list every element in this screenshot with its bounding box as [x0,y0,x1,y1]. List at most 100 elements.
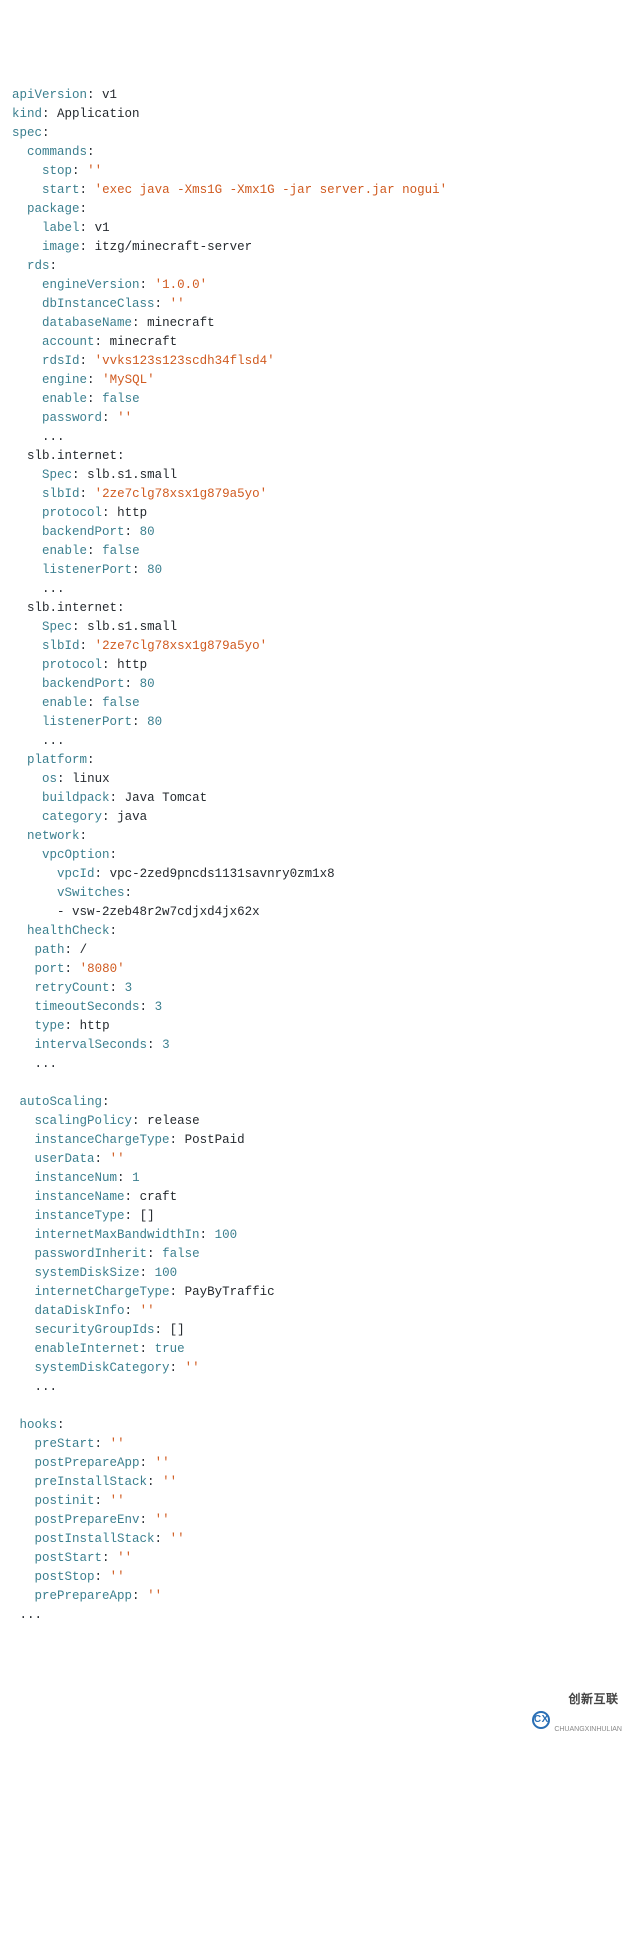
yaml-value: '' [140,1304,155,1318]
yaml-key: hooks [20,1418,58,1432]
yaml-key: port [35,962,65,976]
yaml-key: kind [12,107,42,121]
yaml-key: label [42,221,80,235]
yaml-key: slb.internet [27,601,117,615]
yaml-value: false [162,1247,200,1261]
yaml-key: enable [42,392,87,406]
yaml-value: 'MySQL' [102,373,155,387]
yaml-value: 1 [132,1171,140,1185]
yaml-value: http [117,506,147,520]
yaml-value: http [117,658,147,672]
yaml-value: [] [140,1209,155,1223]
yaml-value: PostPaid [185,1133,245,1147]
yaml-value: vsw-2zeb48r2w7cdjxd4jx62x [72,905,260,919]
yaml-value: '1.0.0' [155,278,208,292]
watermark-logo: CX 创新互联 CHUANGXINHULIAN [532,1673,622,1766]
yaml-value: minecraft [147,316,215,330]
yaml-value: 80 [147,563,162,577]
yaml-key: scalingPolicy [35,1114,133,1128]
yaml-value: false [102,696,140,710]
yaml-key: rdsId [42,354,80,368]
ellipsis: ... [42,430,65,444]
yaml-key: postinit [35,1494,95,1508]
yaml-value: false [102,392,140,406]
yaml-key: postStop [35,1570,95,1584]
ellipsis: ... [42,582,65,596]
yaml-value: '' [110,1570,125,1584]
ellipsis: ... [35,1057,58,1071]
yaml-key: listenerPort [42,563,132,577]
yaml-key: slbId [42,487,80,501]
yaml-key: dbInstanceClass [42,297,155,311]
yaml-value: '' [155,1513,170,1527]
yaml-key: listenerPort [42,715,132,729]
yaml-key: category [42,810,102,824]
yaml-value: '8080' [80,962,125,976]
yaml-value: '' [147,1589,162,1603]
yaml-key: engineVersion [42,278,140,292]
yaml-value: Java Tomcat [125,791,208,805]
yaml-key: preInstallStack [35,1475,148,1489]
yaml-key: os [42,772,57,786]
yaml-value: 100 [215,1228,238,1242]
yaml-code-block: apiVersion: v1 kind: Application spec: c… [12,86,620,1625]
yaml-key: commands [27,145,87,159]
yaml-value: 3 [155,1000,163,1014]
yaml-key: passwordInherit [35,1247,148,1261]
yaml-key: vpcOption [42,848,110,862]
yaml-key: systemDiskCategory [35,1361,170,1375]
yaml-key: enableInternet [35,1342,140,1356]
yaml-key: instanceChargeType [35,1133,170,1147]
yaml-value: slb.s1.small [87,620,177,634]
yaml-value: '' [110,1494,125,1508]
yaml-value: '2ze7clg78xsx1g879a5yo' [95,639,268,653]
yaml-key: vpcId [57,867,95,881]
yaml-key: internetMaxBandwidthIn [35,1228,200,1242]
yaml-key: postPrepareApp [35,1456,140,1470]
yaml-value: Application [57,107,140,121]
yaml-value: 'exec java -Xms1G -Xmx1G -jar server.jar… [95,183,448,197]
logo-icon: CX [532,1711,550,1729]
yaml-value: itzg/minecraft-server [95,240,253,254]
yaml-value: [] [170,1323,185,1337]
yaml-key: dataDiskInfo [35,1304,125,1318]
yaml-value: '2ze7clg78xsx1g879a5yo' [95,487,268,501]
yaml-key: backendPort [42,677,125,691]
yaml-key: protocol [42,506,102,520]
yaml-key: package [27,202,80,216]
yaml-value: '' [162,1475,177,1489]
yaml-value: '' [185,1361,200,1375]
ellipsis: ... [20,1608,43,1622]
ellipsis: ... [35,1380,58,1394]
yaml-key: apiVersion [12,88,87,102]
yaml-value: vpc-2zed9pncds1131savnry0zm1x8 [110,867,335,881]
yaml-value: false [102,544,140,558]
yaml-key: rds [27,259,50,273]
yaml-value: 3 [162,1038,170,1052]
yaml-key: retryCount [35,981,110,995]
yaml-key: buildpack [42,791,110,805]
yaml-key: slbId [42,639,80,653]
yaml-key: path [35,943,65,957]
yaml-key: stop [42,164,72,178]
yaml-value: 80 [147,715,162,729]
yaml-key: instanceName [35,1190,125,1204]
yaml-key: enable [42,544,87,558]
yaml-value: '' [155,1456,170,1470]
yaml-key: timeoutSeconds [35,1000,140,1014]
yaml-key: intervalSeconds [35,1038,148,1052]
yaml-value: v1 [95,221,110,235]
yaml-key: postPrepareEnv [35,1513,140,1527]
yaml-key: Spec [42,620,72,634]
yaml-value: '' [170,1532,185,1546]
yaml-key: enable [42,696,87,710]
ellipsis: ... [42,734,65,748]
yaml-key: internetChargeType [35,1285,170,1299]
yaml-value: / [80,943,88,957]
yaml-value: 80 [140,525,155,539]
yaml-key: platform [27,753,87,767]
yaml-key: Spec [42,468,72,482]
yaml-key: healthCheck [27,924,110,938]
yaml-value: minecraft [110,335,178,349]
yaml-value: '' [87,164,102,178]
